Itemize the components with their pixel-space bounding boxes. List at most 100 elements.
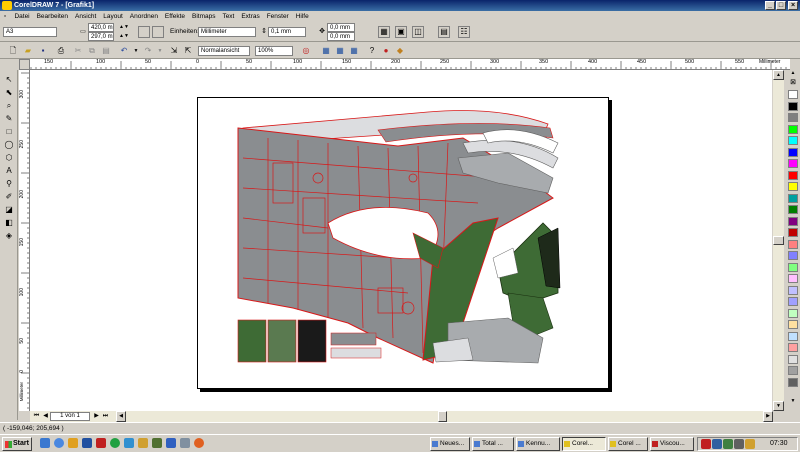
color-swatch[interactable]	[788, 147, 798, 157]
import-icon[interactable]: ⇲	[168, 45, 180, 57]
apple-icon[interactable]: ●	[380, 45, 392, 57]
color-swatch[interactable]	[788, 239, 798, 249]
vertical-scroll-thumb[interactable]	[773, 236, 784, 245]
undo-icon[interactable]: ↶	[118, 45, 130, 57]
eyedropper-tool-icon[interactable]: ⚲	[3, 178, 15, 189]
quicklaunch-app-icon[interactable]	[96, 438, 106, 448]
taskbar-item[interactable]: Viscou...	[650, 437, 694, 451]
treat-as-filled-button[interactable]: ▤	[438, 26, 450, 38]
color-swatch[interactable]	[788, 228, 798, 237]
palette-scroll-down-icon[interactable]: ▼	[788, 398, 798, 404]
color-swatch[interactable]	[788, 101, 798, 111]
view-mode-select[interactable]: Normalansicht	[198, 46, 250, 56]
menu-extras[interactable]: Extras	[239, 11, 262, 22]
taskbar-item[interactable]: Total ...	[472, 437, 514, 451]
tray-network-icon[interactable]	[712, 439, 722, 449]
start-button[interactable]: Start	[2, 437, 32, 451]
paste-icon[interactable]: ▤	[100, 45, 112, 57]
snap-guidelines-button[interactable]: ▣	[395, 26, 407, 38]
taskbar-item[interactable]: Kennu...	[516, 437, 560, 451]
scrapbook-icon[interactable]: ▦	[348, 45, 360, 57]
quicklaunch-ie-icon[interactable]	[40, 438, 50, 448]
taskbar-item[interactable]: Neues...	[430, 437, 470, 451]
open-folder-icon[interactable]: ▰	[22, 45, 34, 57]
quicklaunch-save-icon[interactable]	[82, 438, 92, 448]
menu-ansicht[interactable]: Ansicht	[73, 11, 99, 22]
zoom-select[interactable]: 100%	[255, 46, 293, 56]
zoom-tool-icon[interactable]: ⌕	[3, 100, 15, 111]
corel-launcher-icon[interactable]: ◎	[300, 45, 312, 57]
copy-icon[interactable]: ⧉	[86, 45, 98, 57]
application-launcher-icon[interactable]: ▦	[320, 45, 332, 57]
quicklaunch-firefox-icon[interactable]	[194, 438, 204, 448]
color-swatch[interactable]	[788, 90, 798, 99]
papercraft-bitmap[interactable]	[198, 98, 610, 390]
quicklaunch-tool-icon[interactable]	[138, 438, 148, 448]
palette-scroll-up-icon[interactable]: ▲	[788, 70, 798, 76]
snap-objects-button[interactable]: ◫	[412, 26, 424, 38]
color-swatch[interactable]	[788, 308, 798, 318]
color-swatch[interactable]	[788, 320, 798, 329]
color-swatch[interactable]	[788, 262, 798, 272]
menu-text[interactable]: Text	[220, 11, 237, 22]
previous-page-icon[interactable]: ◀	[41, 412, 50, 421]
duplicate-y-field[interactable]: 0,0 mm	[327, 32, 355, 41]
print-icon[interactable]: ⎙	[55, 45, 67, 57]
menu-anordnen[interactable]: Anordnen	[127, 11, 160, 22]
menu-layout[interactable]: Layout	[101, 11, 126, 22]
menu-fenster[interactable]: Fenster	[264, 11, 291, 22]
horizontal-ruler[interactable]: 150 100 50 0 50 100 150 200 250 300 350 …	[19, 59, 790, 70]
ellipse-tool-icon[interactable]: ◯	[3, 139, 15, 150]
color-swatch[interactable]	[788, 354, 798, 364]
scroll-up-button[interactable]: ▲	[773, 70, 784, 80]
duplicate-x-field[interactable]: 0,0 mm	[327, 23, 355, 32]
taskbar-item-active[interactable]: Corel...	[562, 437, 606, 451]
menu-datei[interactable]: Datei	[12, 11, 32, 22]
page-height-field[interactable]: 297,0 m	[88, 32, 114, 41]
cut-icon[interactable]: ✂	[72, 45, 84, 57]
shape-tool-icon[interactable]: ⬉	[3, 87, 15, 98]
whats-this-help-icon[interactable]: ?	[366, 45, 378, 57]
outline-tool-icon[interactable]: ✐	[3, 191, 15, 202]
first-page-icon[interactable]: ⏮	[32, 412, 41, 421]
color-swatch[interactable]	[788, 343, 798, 352]
fill-tool-icon[interactable]: ◪	[3, 204, 15, 215]
nudge-field[interactable]: 0,1 mm	[268, 27, 306, 37]
menu-bearbeiten[interactable]: Bearbeiten	[34, 11, 70, 22]
quicklaunch-network-icon[interactable]	[124, 438, 134, 448]
quicklaunch-folder-icon[interactable]	[68, 438, 78, 448]
tray-antivirus-icon[interactable]	[701, 439, 711, 449]
color-swatch[interactable]	[788, 193, 798, 203]
color-swatch[interactable]	[788, 331, 798, 341]
color-swatch[interactable]	[788, 182, 798, 191]
redo-icon[interactable]: ↷	[142, 45, 154, 57]
polygon-tool-icon[interactable]: ⬡	[3, 152, 15, 163]
vertical-scrollbar[interactable]: ▲ ▼	[773, 70, 784, 411]
color-swatch[interactable]	[788, 366, 798, 375]
tray-app-icon[interactable]	[723, 439, 733, 449]
new-file-icon[interactable]: 🗋	[7, 45, 19, 57]
color-swatch[interactable]	[788, 205, 798, 214]
export-icon[interactable]: ⇱	[182, 45, 194, 57]
tray-volume-icon[interactable]	[745, 439, 755, 449]
undo-dropdown-icon[interactable]: ▼	[130, 45, 142, 57]
paper-size-select[interactable]: A3	[3, 27, 57, 37]
pick-tool-icon[interactable]: ↖	[3, 74, 15, 85]
scroll-left-button[interactable]: ◀	[116, 411, 126, 422]
quicklaunch-globe-icon[interactable]	[110, 438, 120, 448]
text-tool-icon[interactable]: A	[3, 165, 15, 176]
maximize-button[interactable]: □	[776, 1, 786, 10]
document-icon[interactable]: ▫	[0, 11, 10, 22]
tray-shield-icon[interactable]	[734, 439, 744, 449]
color-swatch[interactable]	[788, 251, 798, 260]
options-button[interactable]: ☷	[458, 26, 470, 38]
quicklaunch-window-icon[interactable]	[180, 438, 190, 448]
units-select[interactable]: Millimeter	[198, 27, 256, 37]
ruler-origin[interactable]	[19, 59, 30, 70]
minimize-button[interactable]: _	[765, 1, 775, 10]
taskbar-item[interactable]: Corel ...	[608, 437, 648, 451]
corel-tutor-icon[interactable]: ▦	[334, 45, 346, 57]
next-page-icon[interactable]: ▶	[92, 412, 101, 421]
quicklaunch-doc-icon[interactable]	[166, 438, 176, 448]
landscape-button[interactable]	[152, 26, 164, 38]
